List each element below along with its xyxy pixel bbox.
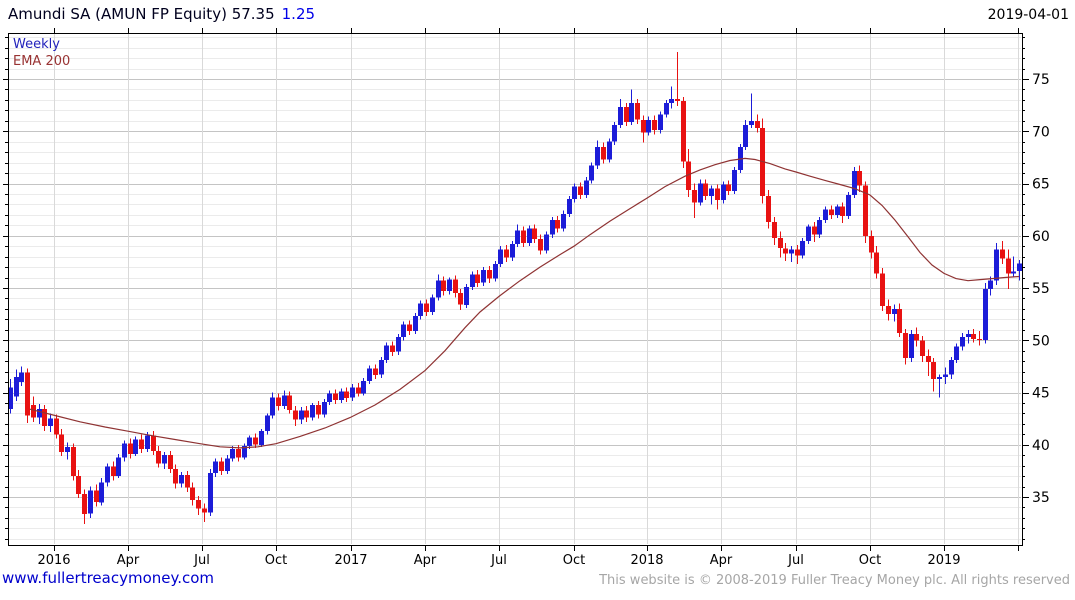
svg-text:50: 50 — [1032, 333, 1050, 349]
svg-text:Oct: Oct — [859, 553, 881, 568]
svg-text:Apr: Apr — [414, 553, 437, 568]
candlestick-chart: 75 70 65 60 55 50 45 40 35 2016 Apr Jul Oct 2017 Apr Ju… — [3, 28, 1050, 568]
chart-page: Amundi SA (AMUN FP Equity) 57.35 1.25 201… — [0, 0, 1075, 600]
svg-text:2017: 2017 — [334, 553, 367, 568]
legend-interval: Weekly — [13, 37, 60, 52]
svg-text:Apr: Apr — [710, 553, 733, 568]
svg-text:35: 35 — [1032, 490, 1050, 506]
svg-text:45: 45 — [1032, 386, 1050, 402]
svg-text:Oct: Oct — [563, 553, 585, 568]
website-link[interactable]: www.fullertreacymoney.com — [2, 569, 214, 587]
svg-text:55: 55 — [1032, 281, 1050, 297]
svg-text:75: 75 — [1032, 72, 1050, 88]
svg-text:Jul: Jul — [490, 553, 507, 568]
svg-text:40: 40 — [1032, 438, 1050, 454]
svg-text:65: 65 — [1032, 177, 1050, 193]
svg-text:60: 60 — [1032, 229, 1050, 245]
copyright-text: This website is © 2008-2019 Fuller Treac… — [599, 573, 1070, 588]
svg-text:70: 70 — [1032, 124, 1050, 140]
legend-ema: EMA 200 — [13, 54, 71, 69]
svg-text:2018: 2018 — [630, 553, 663, 568]
svg-text:Jul: Jul — [787, 553, 804, 568]
svg-text:Oct: Oct — [265, 553, 287, 568]
chart-legend: Weekly EMA 200 — [13, 36, 70, 70]
svg-text:2019: 2019 — [927, 553, 960, 568]
svg-text:2016: 2016 — [37, 553, 70, 568]
svg-text:Jul: Jul — [193, 553, 210, 568]
svg-text:Apr: Apr — [117, 553, 140, 568]
